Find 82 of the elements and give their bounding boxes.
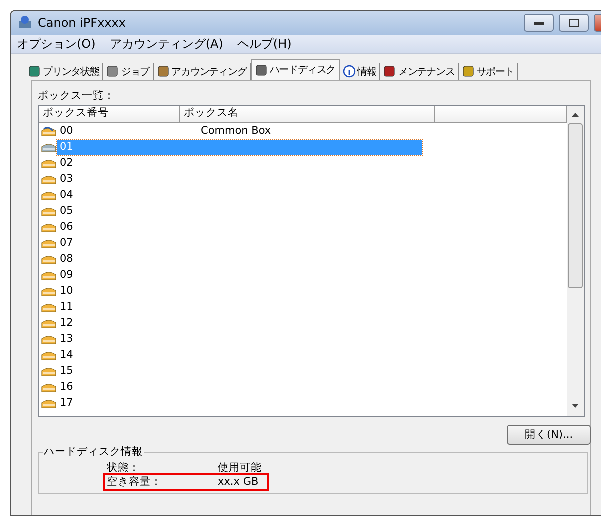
- list-row[interactable]: 07: [57, 236, 198, 250]
- list-row[interactable]: 04: [57, 188, 198, 202]
- list-row[interactable]: 13: [57, 332, 198, 346]
- tray-icon: [41, 318, 57, 328]
- group-title: ハードディスク情報: [43, 445, 144, 459]
- tray-icon: [41, 206, 57, 216]
- window-title: Canon iPFxxxx: [38, 16, 127, 30]
- tray-icon: [41, 254, 57, 264]
- tab[interactable]: プリンタ状態: [25, 63, 104, 80]
- list-row[interactable]: 10: [57, 284, 198, 298]
- list-label: ボックス一覧：: [38, 89, 116, 103]
- tray-icon: [41, 302, 57, 312]
- list-row[interactable]: 16: [57, 380, 198, 394]
- box-number: 01: [59, 141, 74, 153]
- box-number: 13: [59, 333, 74, 345]
- info-label: 空き容量：: [107, 475, 163, 489]
- list-row[interactable]: 11: [57, 300, 198, 314]
- box-number: 14: [59, 349, 74, 361]
- menu-item[interactable]: オプション(O): [17, 36, 96, 52]
- box-number: 03: [59, 173, 74, 185]
- tab[interactable]: サポート: [458, 63, 518, 80]
- tab[interactable]: アカウンティング: [154, 63, 251, 80]
- box-list[interactable]: ボックス番号 ボックス名 00 Common Box 01 02 03 04 05 06 07 08 09 10 11 12 13 14 15 16 17: [38, 105, 585, 417]
- list-row[interactable]: 14: [57, 348, 198, 362]
- tray-icon: [41, 142, 57, 152]
- list-row[interactable]: 09: [57, 268, 198, 282]
- tab[interactable]: ジョブ: [103, 63, 154, 80]
- minimize-button[interactable]: [524, 14, 554, 32]
- box-number: 06: [59, 221, 74, 233]
- tray-icon: [41, 382, 57, 392]
- menu-item[interactable]: アカウンティング(A): [110, 36, 224, 52]
- column-header[interactable]: ボックス名: [180, 106, 435, 122]
- list-row[interactable]: 08: [57, 252, 198, 266]
- box-name: Common Box: [200, 125, 272, 137]
- open-button[interactable]: 開く(N)...: [507, 425, 591, 445]
- box-number: 07: [59, 237, 74, 249]
- shared-box-icon: [41, 126, 57, 136]
- box-number: 05: [59, 205, 74, 217]
- tray-icon: [41, 334, 57, 344]
- list-row[interactable]: 06: [57, 220, 198, 234]
- list-row[interactable]: 15: [57, 364, 198, 378]
- column-header[interactable]: ボックス番号: [39, 106, 180, 122]
- tray-icon: [41, 174, 57, 184]
- tray-icon: [41, 350, 57, 360]
- tray-icon: [41, 238, 57, 248]
- box-number: 09: [59, 269, 74, 281]
- tray-icon: [41, 190, 57, 200]
- printer-app-icon: [17, 15, 33, 31]
- box-number: 02: [59, 157, 74, 169]
- list-row[interactable]: 03: [57, 172, 198, 186]
- info-value: xx.x GB: [218, 476, 259, 488]
- box-number: 12: [59, 317, 74, 329]
- tray-icon: [41, 366, 57, 376]
- list-row[interactable]: 12: [57, 316, 198, 330]
- list-row[interactable]: 00 Common Box: [57, 124, 274, 138]
- tray-icon: [41, 158, 57, 168]
- vertical-scrollbar[interactable]: [567, 106, 584, 416]
- info-label: 状態：: [107, 461, 141, 475]
- tray-icon: [41, 222, 57, 232]
- box-number: 10: [59, 285, 74, 297]
- box-number: 15: [59, 365, 74, 377]
- box-number: 00: [59, 125, 74, 137]
- tray-icon: [41, 286, 57, 296]
- info-icon: [342, 65, 356, 78]
- list-row[interactable]: 17: [57, 396, 198, 410]
- list-row[interactable]: 05: [57, 204, 198, 218]
- tray-icon: [41, 270, 57, 280]
- menu-item[interactable]: ヘルプ(H): [237, 36, 292, 52]
- box-number: 04: [59, 189, 74, 201]
- list-row[interactable]: 02: [57, 156, 198, 170]
- box-number: 17: [59, 397, 74, 409]
- tab[interactable]: メンテナンス: [380, 63, 459, 80]
- maximize-icon: [569, 19, 579, 27]
- box-number: 08: [59, 253, 74, 265]
- tab[interactable]: 情報: [340, 63, 380, 80]
- minimize-icon: [534, 22, 544, 24]
- tray-icon: [41, 398, 57, 408]
- box-number: 16: [59, 381, 74, 393]
- tab[interactable]: ハードディスク: [250, 59, 340, 80]
- maximize-button[interactable]: [559, 14, 589, 32]
- info-value: 使用可能: [218, 461, 262, 475]
- box-number: 11: [59, 301, 74, 313]
